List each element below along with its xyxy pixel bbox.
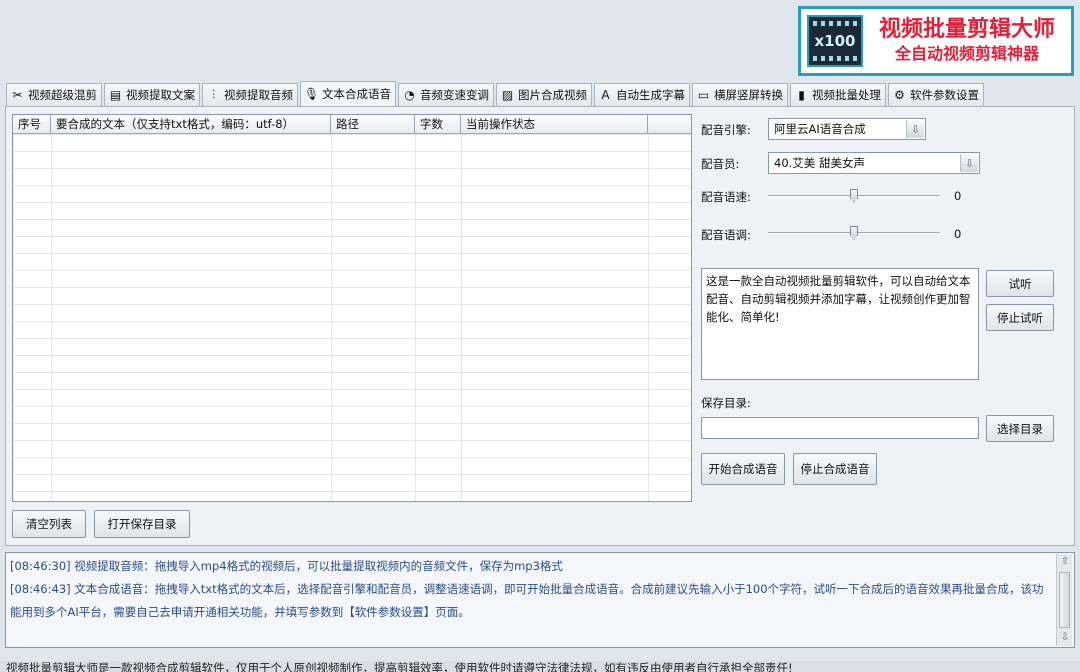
tab-label: 软件参数设置 bbox=[910, 88, 979, 102]
voice-select[interactable]: 40.艾美 甜美女声 ⇩ bbox=[768, 152, 980, 174]
tab-label: 视频提取文案 bbox=[126, 88, 195, 102]
scroll-up-icon[interactable]: ⇧ bbox=[1058, 555, 1072, 569]
listen-button[interactable]: 试听 bbox=[986, 270, 1054, 297]
chevron-down-icon[interactable]: ⇩ bbox=[960, 154, 978, 172]
column-header-status[interactable]: 当前操作状态 bbox=[461, 115, 648, 133]
scroll-thumb[interactable] bbox=[1059, 572, 1070, 628]
gear-icon: ⚙ bbox=[894, 88, 905, 102]
voice-selected-value: 40.艾美 甜美女声 bbox=[774, 156, 865, 170]
open-save-dir-button[interactable]: 打开保存目录 bbox=[94, 510, 190, 538]
tab-label: 文本合成语音 bbox=[322, 87, 391, 101]
tab-6[interactable]: ▨ 图片合成视频 bbox=[496, 83, 592, 106]
app-logo: x100 视频批量剪辑大师 全自动视频剪辑神器 bbox=[798, 6, 1074, 76]
tab-1[interactable]: ✂ 视频超级混剪 bbox=[6, 83, 102, 106]
start-synth-button[interactable]: 开始合成语音 bbox=[701, 453, 785, 485]
tab-4[interactable]: 🎙 文本合成语音 bbox=[300, 81, 396, 106]
text-file-table[interactable]: 序号 要合成的文本（仅支持txt格式，编码：utf-8） 路径 字数 当前操作状… bbox=[12, 114, 692, 502]
gauge-icon: ◔ bbox=[404, 88, 415, 102]
stop-listen-button[interactable]: 停止试听 bbox=[986, 304, 1054, 331]
log-line: [08:46:30] 视频提取音频：拖拽导入mp4格式的视频后，可以批量提取视频… bbox=[10, 559, 563, 573]
slider-thumb[interactable] bbox=[850, 189, 858, 203]
logo-subtitle: 全自动视频剪辑神器 bbox=[894, 44, 1039, 63]
tab-2[interactable]: ▤ 视频提取文案 bbox=[104, 83, 200, 106]
pitch-label: 配音语调: bbox=[701, 228, 751, 242]
tab-label: 自动生成字幕 bbox=[616, 88, 685, 102]
tab-3[interactable]: ⫶ 视频提取音频 bbox=[202, 83, 298, 106]
column-header-char-count[interactable]: 字数 bbox=[415, 115, 461, 133]
voice-label: 配音员: bbox=[701, 157, 740, 171]
clear-list-button[interactable]: 清空列表 bbox=[12, 510, 86, 538]
rotate-screen-icon: ▭ bbox=[697, 88, 710, 102]
choose-dir-button[interactable]: 选择目录 bbox=[986, 415, 1054, 442]
log-panel[interactable]: [08:46:30] 视频提取音频：拖拽导入mp4格式的视频后，可以批量提取视频… bbox=[5, 552, 1075, 648]
tab-label: 图片合成视频 bbox=[518, 88, 587, 102]
document-icon: ▤ bbox=[109, 88, 122, 102]
speed-slider[interactable] bbox=[768, 189, 940, 203]
column-header-path[interactable]: 路径 bbox=[331, 115, 415, 133]
logo-title: 视频批量剪辑大师 bbox=[878, 17, 1055, 42]
tab-label: 视频提取音频 bbox=[224, 88, 293, 102]
tab-7[interactable]: A 自动生成字幕 bbox=[594, 83, 690, 106]
scroll-down-icon[interactable]: ⇩ bbox=[1058, 631, 1072, 645]
chevron-down-icon[interactable]: ⇩ bbox=[906, 120, 924, 138]
film-badge-icon: x100 bbox=[807, 15, 863, 67]
status-bar: 视频批量剪辑大师是一款视频合成剪辑软件，仅用于个人原创视频制作，提高剪辑效率，使… bbox=[0, 661, 1080, 672]
speed-label: 配音语速: bbox=[701, 190, 751, 204]
scissors-icon: ✂ bbox=[12, 88, 23, 102]
sample-text-area[interactable]: 这是一款全自动视频批量剪辑软件，可以自动给文本配音、自动剪辑视频并添加字幕，让视… bbox=[701, 268, 979, 380]
column-header-index[interactable]: 序号 bbox=[13, 115, 51, 133]
speed-value: 0 bbox=[954, 189, 962, 203]
log-scrollbar[interactable]: ⇧ ⇩ bbox=[1056, 554, 1072, 646]
engine-select[interactable]: 阿里云AI语音合成 ⇩ bbox=[768, 118, 926, 140]
engine-selected-value: 阿里云AI语音合成 bbox=[774, 122, 866, 136]
tab-label: 横屏竖屏转换 bbox=[714, 88, 783, 102]
tab-label: 音频变速变调 bbox=[420, 88, 489, 102]
slider-thumb[interactable] bbox=[850, 226, 858, 240]
column-header-text[interactable]: 要合成的文本（仅支持txt格式，编码：utf-8） bbox=[51, 115, 331, 133]
tab-10[interactable]: ⚙ 软件参数设置 bbox=[888, 83, 984, 106]
waveform-icon: ⫶ bbox=[211, 87, 215, 102]
save-dir-input[interactable] bbox=[701, 417, 979, 439]
microphone-icon: 🎙 bbox=[304, 87, 320, 101]
save-dir-label: 保存目录: bbox=[701, 396, 751, 410]
log-line: [08:46:43] 文本合成语音：拖拽导入txt格式的文本后，选择配音引擎和配… bbox=[10, 582, 1044, 619]
table-body[interactable] bbox=[13, 134, 691, 501]
stop-synth-button[interactable]: 停止合成语音 bbox=[793, 453, 877, 485]
pitch-value: 0 bbox=[954, 227, 962, 241]
tab-9[interactable]: ▮ 视频批量处理 bbox=[790, 83, 886, 106]
tab-8[interactable]: ▭ 横屏竖屏转换 bbox=[692, 83, 788, 106]
tab-label: 视频超级混剪 bbox=[28, 88, 97, 102]
tab-5[interactable]: ◔ 音频变速变调 bbox=[398, 83, 494, 106]
film-icon: ▮ bbox=[798, 88, 805, 102]
engine-label: 配音引擎: bbox=[701, 123, 751, 137]
table-header: 序号 要合成的文本（仅支持txt格式，编码：utf-8） 路径 字数 当前操作状… bbox=[13, 115, 691, 134]
image-icon: ▨ bbox=[501, 88, 514, 102]
tab-label: 视频批量处理 bbox=[812, 88, 881, 102]
tab-bar: ✂ 视频超级混剪 ▤ 视频提取文案 ⫶ 视频提取音频 🎙 文本合成语音 ◔ 音频变速变调 ▨ 图片合成… bbox=[6, 81, 986, 106]
subtitle-icon: A bbox=[601, 88, 610, 102]
pitch-slider[interactable] bbox=[768, 226, 940, 240]
